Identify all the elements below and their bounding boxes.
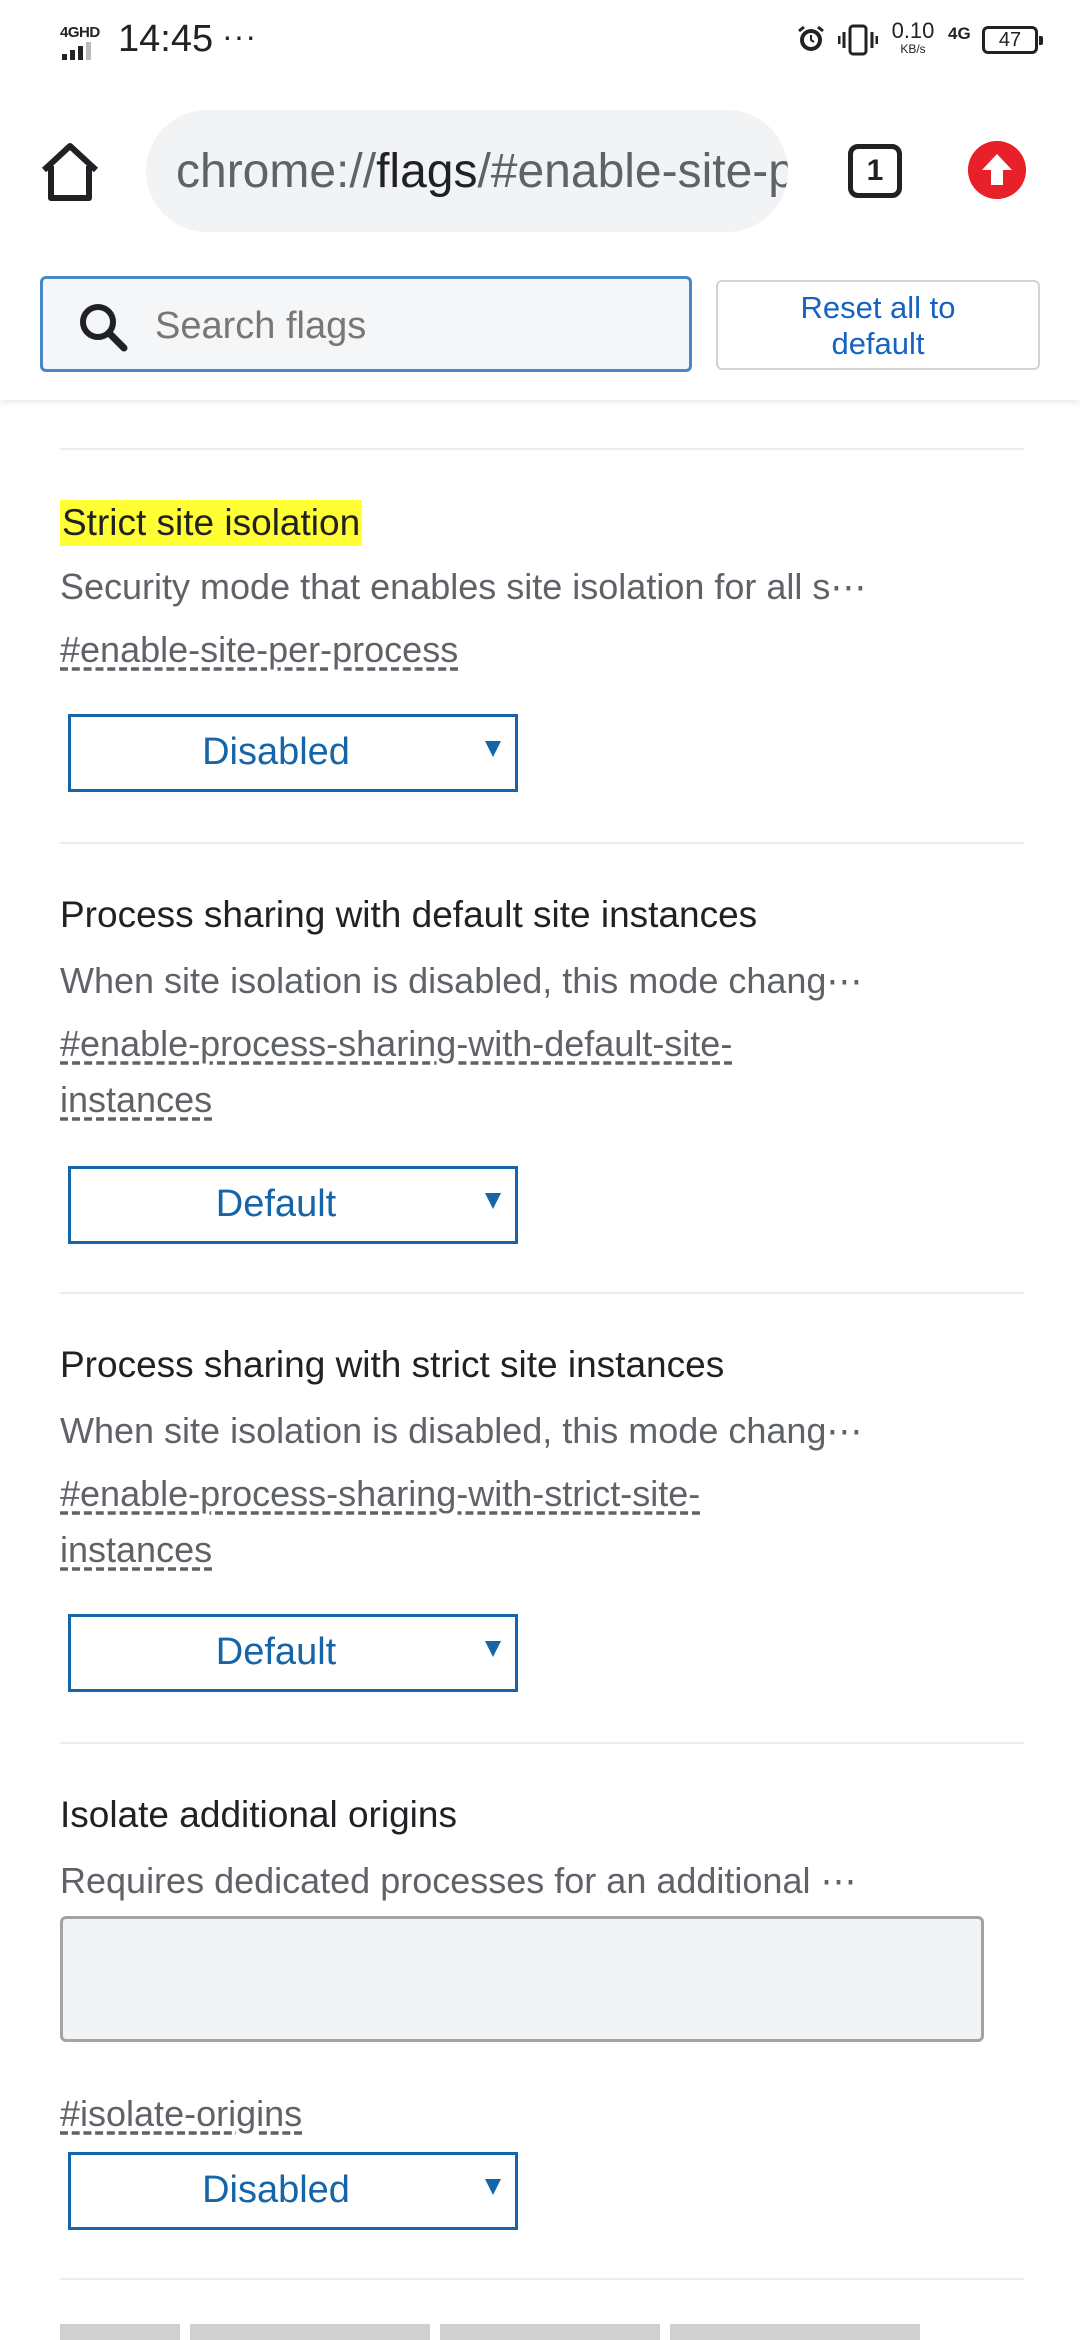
url-text: chrome://flags/#enable-site-per-process: [176, 144, 788, 199]
status-bar: 4GHD 14:45 ··· 0.10 KB/s 4G 47: [0, 0, 1080, 86]
flag-anchor-link[interactable]: #isolate-origins: [60, 2086, 960, 2142]
update-arrow-icon[interactable]: [968, 141, 1026, 199]
battery-level: 47: [998, 29, 1022, 51]
link-line1: #enable-process-sharing-with-strict-site…: [60, 1473, 701, 1514]
dropdown-arrow-icon: [485, 2179, 501, 2195]
search-box[interactable]: [40, 276, 692, 372]
select-value: Default: [215, 1631, 337, 1673]
divider: [60, 448, 1024, 450]
url-scheme: chrome://: [176, 145, 377, 198]
search-flags-input[interactable]: [153, 297, 657, 355]
notification-dots: ···: [222, 18, 257, 54]
flag-state-select[interactable]: Default: [68, 1166, 518, 1244]
network-type-label: 4GHD: [60, 24, 100, 41]
link-line2: instances: [60, 1079, 213, 1120]
link-line1: #enable-process-sharing-with-default-sit…: [60, 1023, 733, 1064]
flag-description: Requires dedicated processes for an addi…: [60, 1860, 857, 1901]
flag-title: Process sharing with strict site instanc…: [60, 1344, 725, 1385]
alarm-icon: [798, 25, 824, 51]
flag-title: Isolate additional origins: [60, 1794, 457, 1835]
dropdown-arrow-icon: [485, 741, 501, 757]
flag-title: Process sharing with default site instan…: [60, 894, 758, 935]
dropdown-arrow-icon: [485, 1641, 501, 1657]
flag-description: Security mode that enables site isolatio…: [60, 566, 867, 607]
next-flag-peek: [60, 2324, 960, 2340]
url-host: flags: [376, 145, 478, 198]
speed-unit: KB/s: [900, 42, 926, 56]
network-speed: 0.10 KB/s: [888, 18, 938, 57]
home-icon[interactable]: [38, 140, 102, 204]
clock: 14:45: [118, 18, 214, 60]
dropdown-arrow-icon: [485, 1193, 501, 1209]
select-value: Disabled: [202, 2169, 350, 2211]
divider: [60, 842, 1024, 844]
flag-description: When site isolation is disabled, this mo…: [60, 1410, 863, 1451]
tab-count: 1: [866, 154, 884, 187]
reset-label-line2: default: [831, 326, 925, 361]
select-value: Disabled: [202, 731, 350, 773]
vibrate-icon: [838, 24, 878, 56]
flag-title: Strict site isolation: [60, 500, 363, 546]
mobile-data-label: 4G: [948, 24, 971, 43]
address-bar[interactable]: chrome://flags/#enable-site-per-process: [146, 110, 788, 232]
reset-all-button[interactable]: Reset all to default: [716, 280, 1040, 370]
origins-textarea[interactable]: [60, 1916, 984, 2042]
flag-state-select[interactable]: Disabled: [68, 714, 518, 792]
speed-value: 0.10: [891, 18, 935, 43]
url-path: /#enable-site-per-process: [477, 145, 788, 198]
link-line2: instances: [60, 1529, 213, 1570]
divider: [60, 1742, 1024, 1744]
flag-anchor-link[interactable]: #enable-site-per-process: [60, 622, 960, 678]
divider: [60, 1292, 1024, 1294]
tab-switcher-button[interactable]: 1: [848, 144, 902, 198]
flag-state-select[interactable]: Default: [68, 1614, 518, 1692]
flag-description: When site isolation is disabled, this mo…: [60, 960, 863, 1001]
flags-search-header: Reset all to default: [0, 254, 1080, 400]
flag-state-select[interactable]: Disabled: [68, 2152, 518, 2230]
battery-icon: 47: [982, 26, 1043, 54]
select-value: Default: [215, 1183, 337, 1225]
reset-label-line1: Reset all to: [800, 290, 956, 325]
browser-toolbar: chrome://flags/#enable-site-per-process …: [0, 86, 1080, 254]
divider: [60, 2278, 1024, 2280]
search-icon: [80, 304, 128, 352]
signal-icon: 4GHD: [60, 24, 106, 62]
flag-anchor-link[interactable]: #enable-process-sharing-with-strict-site…: [60, 1466, 960, 1578]
flag-anchor-link[interactable]: #enable-process-sharing-with-default-sit…: [60, 1016, 960, 1128]
